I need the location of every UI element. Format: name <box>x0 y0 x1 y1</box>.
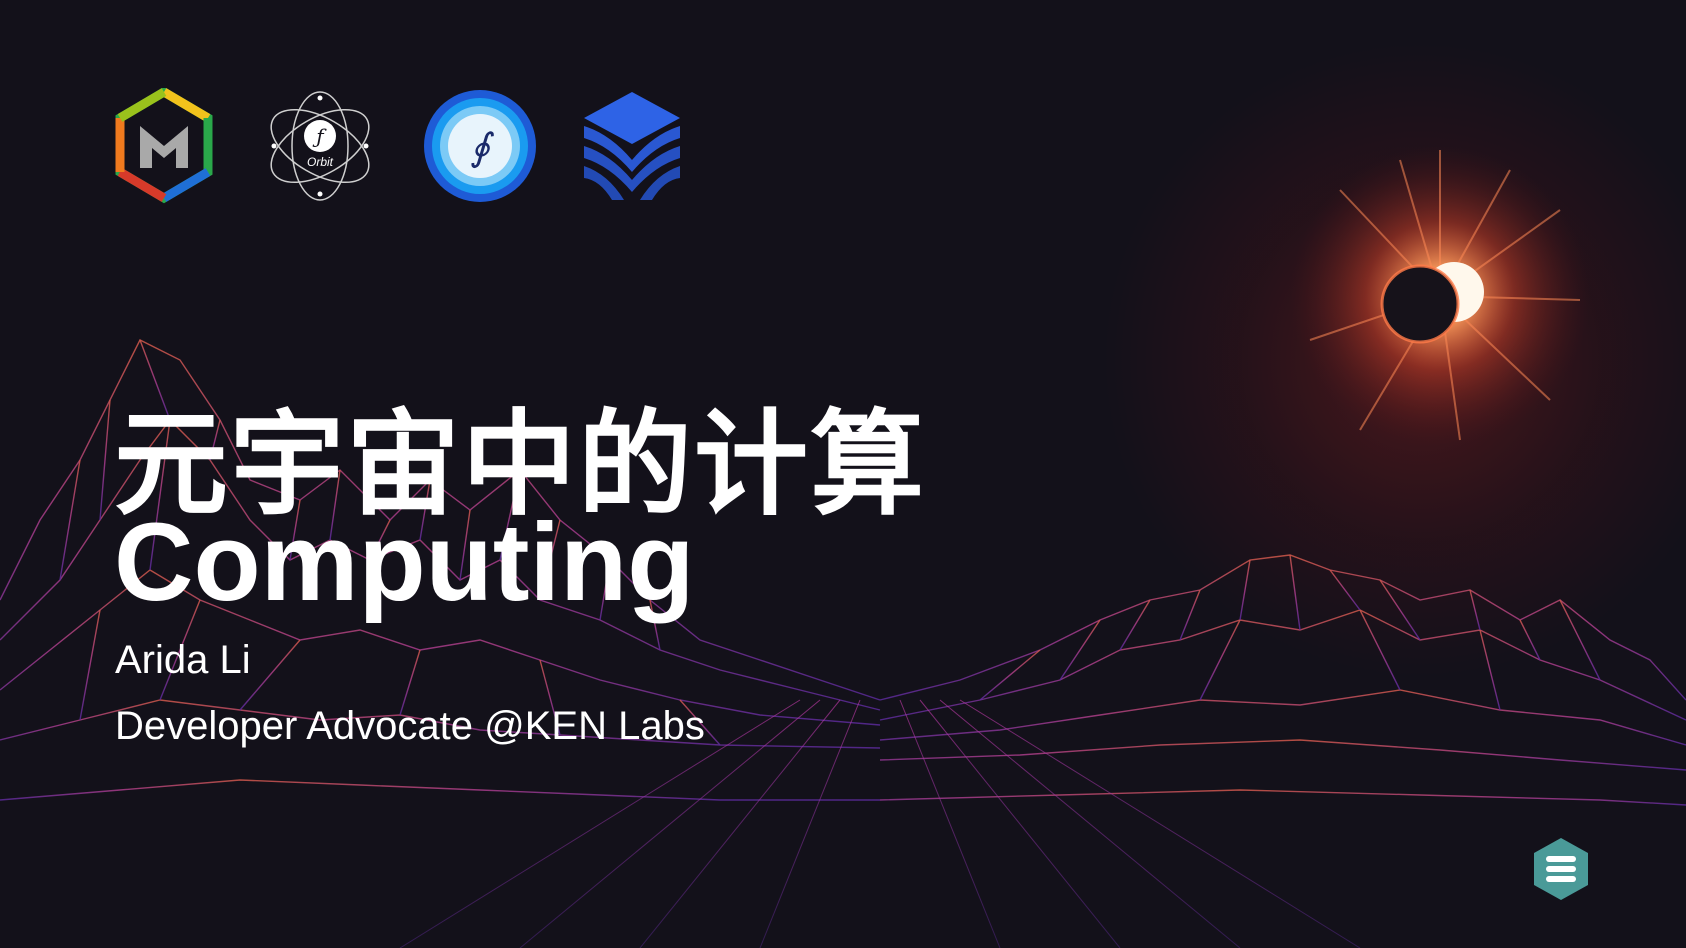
orbit-logo-label: Orbit <box>307 155 334 169</box>
logo-row: ƒ Orbit ∮ <box>112 88 692 208</box>
blue-cube-logo-icon <box>584 92 680 200</box>
presenter-role: Developer Advocate @KEN Labs <box>115 704 705 748</box>
eclipse-sun <box>1290 146 1590 446</box>
right-mountains <box>879 554 1686 806</box>
hex-m-logo-icon <box>115 88 213 204</box>
presenter-name: Arida Li <box>115 638 251 682</box>
menu-hexagon-icon[interactable] <box>1531 836 1591 902</box>
blue-circle-logo-icon: ∮ <box>424 90 536 202</box>
presentation-slide: ƒ Orbit ∮ 元宇宙中的计算 Computing Arida Li Dev… <box>0 0 1686 948</box>
slide-title-english: Computing <box>114 501 695 624</box>
orbit-logo-icon: ƒ Orbit <box>270 91 370 201</box>
